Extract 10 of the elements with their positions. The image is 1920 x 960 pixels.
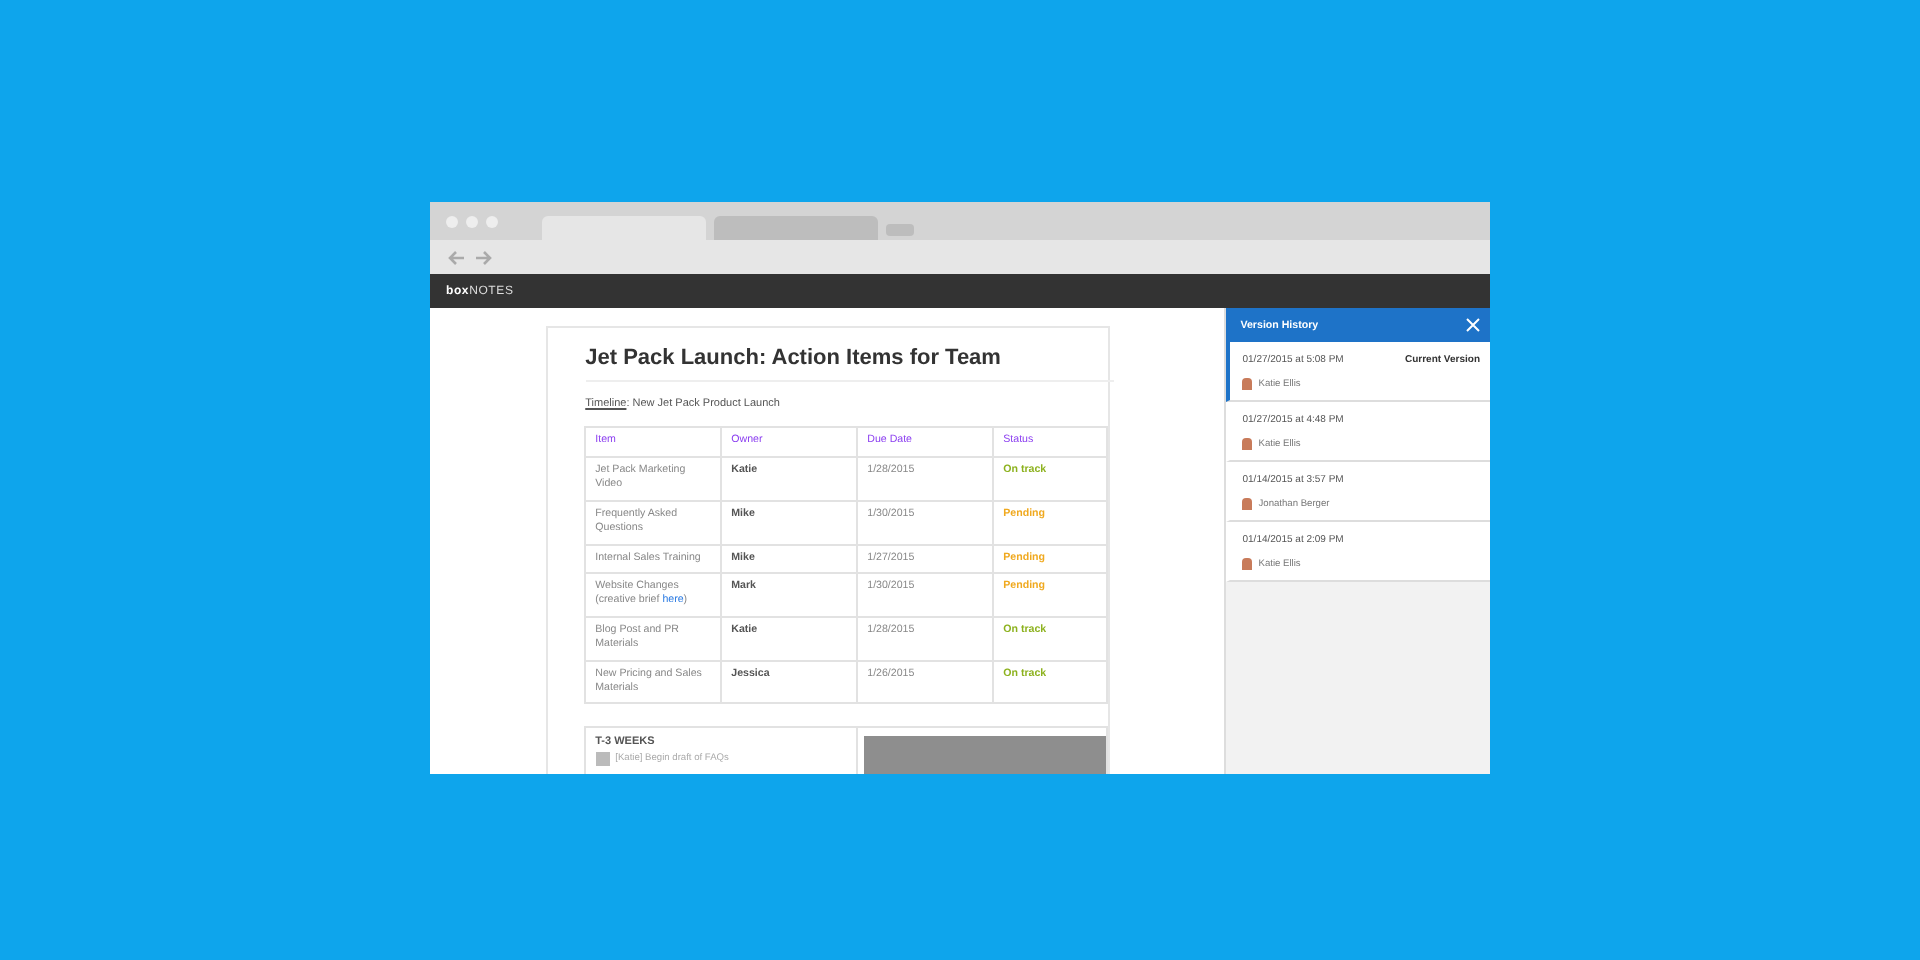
back-icon[interactable]: [448, 249, 466, 265]
document-title: Jet Pack Launch: Action Items for Team: [585, 346, 1114, 382]
avatar-icon: [1242, 498, 1253, 510]
browser-tab[interactable]: [714, 216, 878, 240]
avatar-icon: [1242, 558, 1253, 570]
checkbox[interactable]: [595, 752, 610, 767]
avatar-icon: [1242, 438, 1253, 450]
forward-icon[interactable]: [474, 249, 492, 265]
close-icon[interactable]: [1466, 318, 1480, 332]
avatar-icon: [1242, 378, 1253, 390]
